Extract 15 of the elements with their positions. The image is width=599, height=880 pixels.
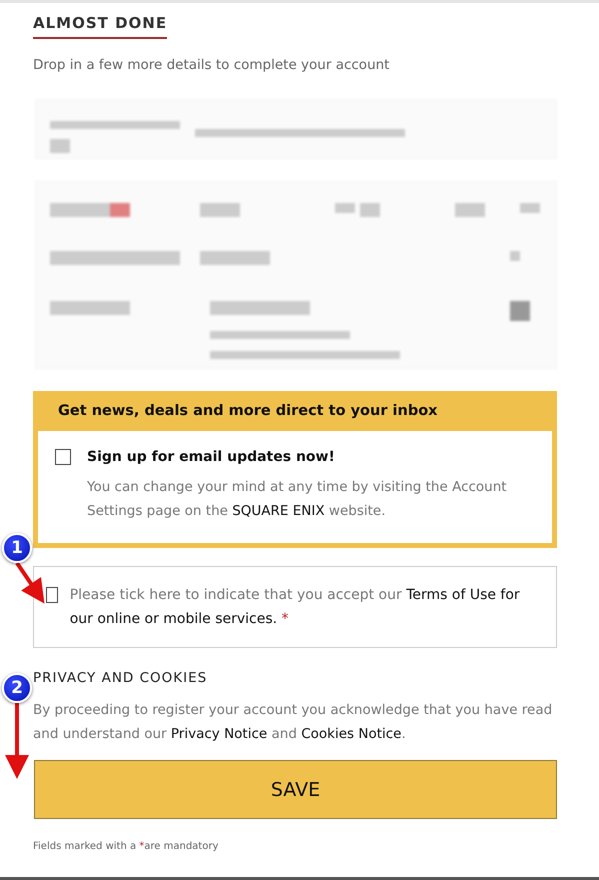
checkbox[interactable] xyxy=(46,587,58,603)
step-badge: 2 xyxy=(2,673,32,703)
terms-text: Please tick here to indicate that you accept our Terms of Use for our online or mobile services. * xyxy=(70,586,521,629)
section-subtitle: Drop in a few more details to complete your account xyxy=(33,57,390,73)
privacy-text: By proceeding to register your account you acknowledge that you have read and understand our Privacy Notice and Cookies Notice. xyxy=(33,701,554,744)
annotation-arrow xyxy=(15,562,44,604)
footnote: Fields marked with a *are mandatory xyxy=(33,841,220,852)
checkbox-label: Sign up for email updates now! xyxy=(87,449,336,465)
checkbox[interactable] xyxy=(55,449,71,465)
newsletter-note: You can change your mind at any time by visiting the Account Settings page on the SQUARE ENIX website. xyxy=(87,478,508,521)
privacy-heading: PRIVACY AND COOKIES xyxy=(33,670,208,686)
section-title: ALMOST DONE xyxy=(33,14,168,39)
save-button[interactable]: SAVE xyxy=(34,760,557,819)
step-badge: 1 xyxy=(2,533,32,563)
newsletter-heading: Get news, deals and more direct to your inbox xyxy=(57,402,439,421)
